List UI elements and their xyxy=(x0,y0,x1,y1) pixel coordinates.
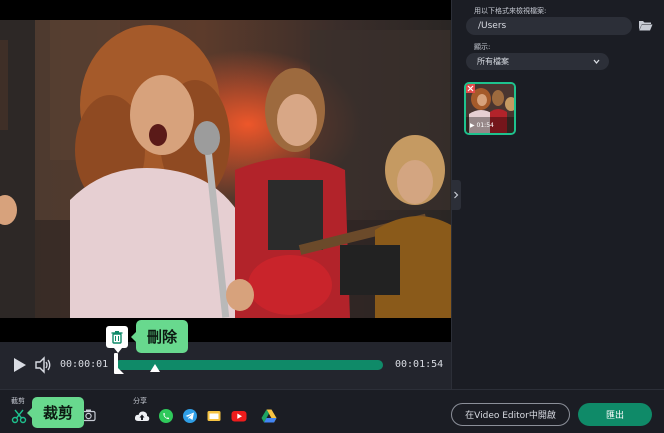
video-frame-image xyxy=(0,20,451,318)
share-section-label: 分享 xyxy=(133,397,147,405)
play-icon[interactable] xyxy=(10,356,28,374)
current-time: 00:00:01 xyxy=(60,359,109,370)
chevron-down-icon xyxy=(593,59,600,65)
delete-button[interactable] xyxy=(106,326,128,353)
folder-open-icon[interactable] xyxy=(638,19,653,32)
folder-label: 用以下格式來檢視檔案: xyxy=(474,7,547,15)
player-controls: 00:00:01 00:01:54 xyxy=(0,342,451,389)
trim-section-label: 截剪 xyxy=(11,397,25,405)
whatsapp-icon[interactable] xyxy=(158,408,174,424)
total-time: 00:01:54 xyxy=(395,359,444,370)
telegram-icon[interactable] xyxy=(182,408,198,424)
bottom-bar: 截剪 分享 在Video Editor中開啟 匯出 xyxy=(0,389,664,433)
show-label: 顯示: xyxy=(474,43,491,51)
trim-end-marker[interactable] xyxy=(150,364,160,372)
thumbnail-duration-text: 01:54 xyxy=(476,122,494,129)
close-icon xyxy=(467,85,474,92)
file-filter-select[interactable]: 所有檔案 xyxy=(466,53,609,70)
remove-thumbnail-button[interactable] xyxy=(466,84,475,93)
delete-tooltip: 刪除 xyxy=(131,320,188,353)
trim-start-marker[interactable] xyxy=(116,366,124,374)
folder-path-field[interactable]: /Users xyxy=(466,17,632,35)
export-button[interactable]: 匯出 xyxy=(578,403,652,426)
collapse-panel-button[interactable] xyxy=(451,180,461,210)
trash-icon xyxy=(111,331,123,344)
video-thumbnail[interactable]: ▶ 01:54 xyxy=(464,82,516,135)
folder-share-icon[interactable] xyxy=(206,408,222,424)
chevron-right-icon xyxy=(454,191,459,199)
thumbnail-duration: ▶ 01:54 xyxy=(470,122,494,129)
google-drive-icon[interactable] xyxy=(261,408,277,424)
scissors-icon[interactable] xyxy=(11,408,27,424)
open-in-video-editor-button[interactable]: 在Video Editor中開啟 xyxy=(451,403,570,426)
file-filter-value: 所有檔案 xyxy=(477,57,509,66)
file-browser-panel: 用以下格式來檢視檔案: /Users 顯示: 所有檔案 ▶ 01:54 xyxy=(451,0,664,389)
video-preview[interactable] xyxy=(0,0,451,342)
cut-tooltip: 裁剪 xyxy=(27,397,84,428)
youtube-icon[interactable] xyxy=(231,408,247,424)
volume-icon[interactable] xyxy=(34,356,52,374)
cloud-upload-icon[interactable] xyxy=(134,408,150,424)
